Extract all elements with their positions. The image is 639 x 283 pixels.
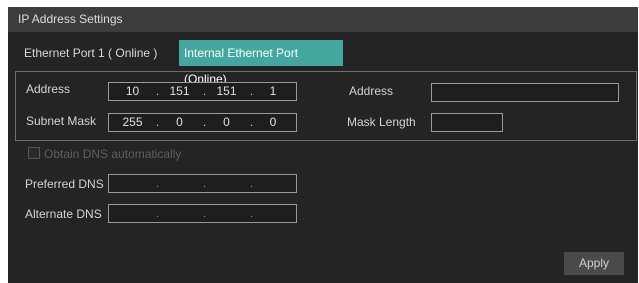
address-octet-1[interactable]: 10 [109,83,156,100]
alternate-dns-ip-field[interactable]: . . . [108,204,297,223]
alternate-dns-octet-3[interactable] [203,205,250,222]
subnet-octet-4[interactable]: 0 [250,114,296,131]
apply-button[interactable]: Apply [564,252,624,275]
subnet-mask-label: Subnet Mask [26,114,97,128]
alternate-dns-label: Alternate DNS [25,207,102,221]
ipv6-address-input[interactable] [431,83,619,102]
address-octet-4[interactable]: 1 [250,83,296,100]
alternate-dns-octet-4[interactable] [250,205,296,222]
subnet-octet-1[interactable]: 255 [109,114,156,131]
preferred-dns-octet-1[interactable] [109,175,156,192]
window-title: IP Address Settings [8,7,638,32]
tab-internal-ethernet-port[interactable]: Internal Ethernet Port (Online) [179,40,343,86]
ip-address-settings-window: IP Address Settings Ethernet Port 1 ( On… [8,7,638,283]
address-octet-2[interactable]: 151 [156,83,203,100]
ipv6-address-label: Address [349,84,394,98]
address-label: Address [26,82,71,96]
preferred-dns-octet-4[interactable] [250,175,296,192]
mask-length-label: Mask Length [347,115,416,129]
preferred-dns-ip-field[interactable]: . . . [108,174,297,193]
obtain-dns-checkbox[interactable] [28,147,40,159]
alternate-dns-octet-2[interactable] [156,205,203,222]
address-ip-field[interactable]: 10 . 151 . 151 . 1 [108,82,297,101]
preferred-dns-label: Preferred DNS [25,177,104,191]
address-octet-3[interactable]: 151 [203,83,250,100]
tab-ethernet-port-1[interactable]: Ethernet Port 1 ( Online ) [19,40,179,66]
alternate-dns-octet-1[interactable] [109,205,156,222]
subnet-mask-ip-field[interactable]: 255 . 0 . 0 . 0 [108,113,297,132]
obtain-dns-label: Obtain DNS automatically [44,147,182,161]
preferred-dns-octet-2[interactable] [156,175,203,192]
subnet-octet-3[interactable]: 0 [203,114,250,131]
preferred-dns-octet-3[interactable] [203,175,250,192]
subnet-octet-2[interactable]: 0 [156,114,203,131]
mask-length-input[interactable] [431,113,503,132]
